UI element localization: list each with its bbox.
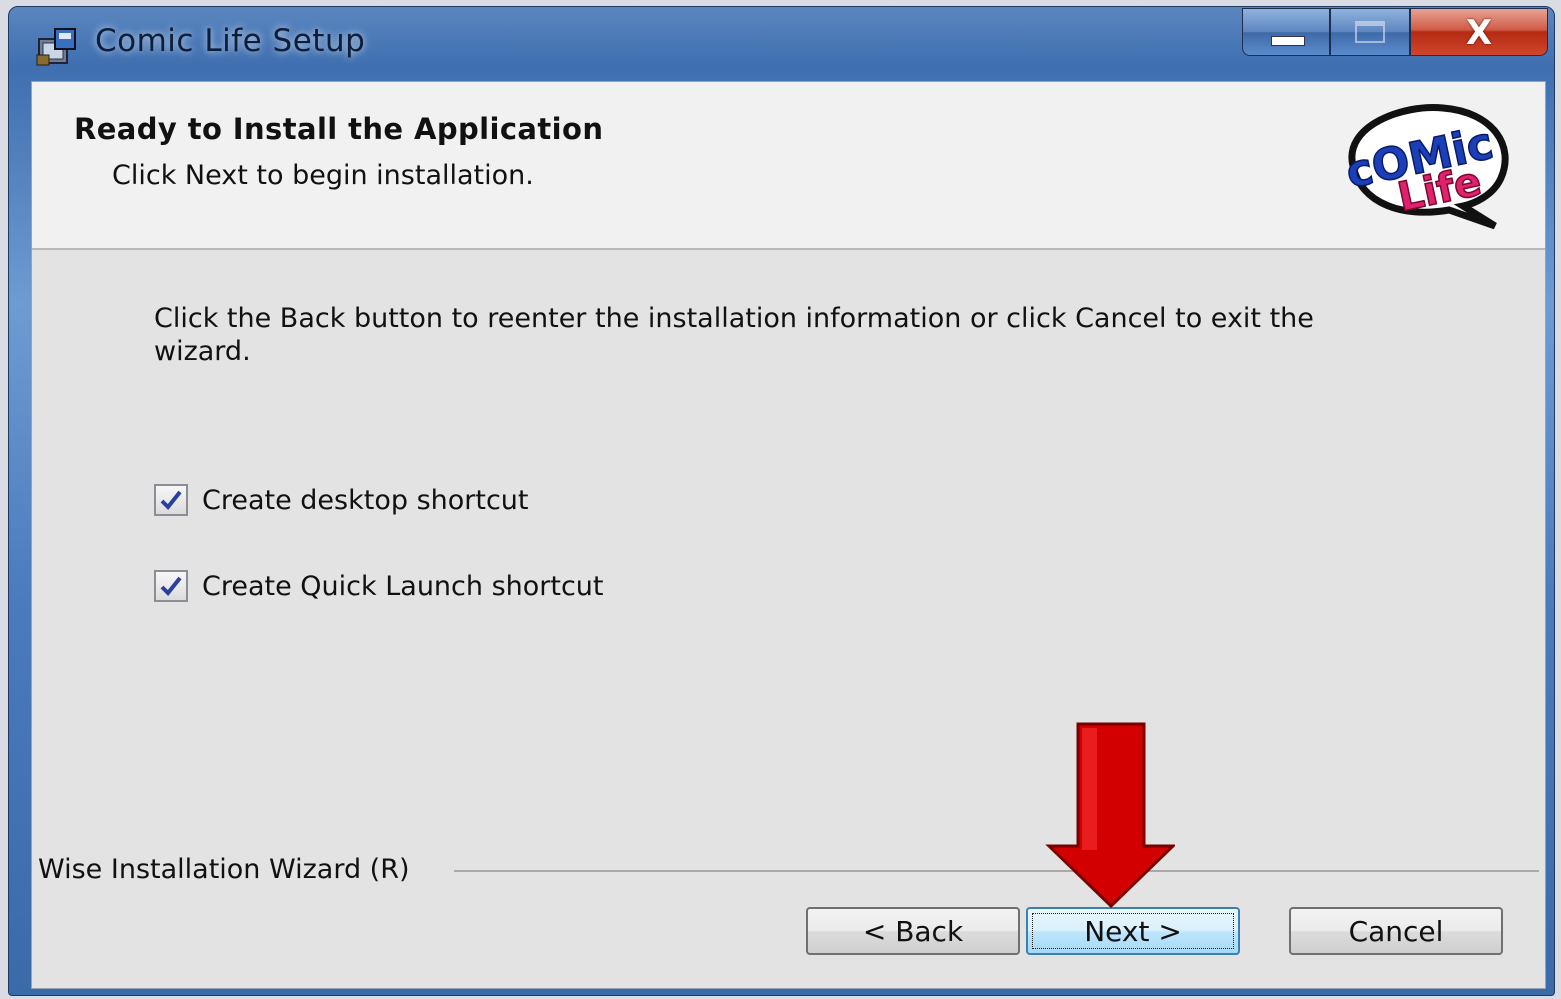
cancel-button[interactable]: Cancel [1289, 907, 1503, 955]
close-icon: X [1465, 13, 1493, 53]
back-button[interactable]: < Back [806, 907, 1020, 955]
desktop-shortcut-option[interactable]: Create desktop shortcut [154, 484, 529, 516]
quick-launch-shortcut-checkbox[interactable] [154, 570, 188, 602]
maximize-button[interactable] [1330, 8, 1410, 56]
installer-icon [36, 28, 76, 66]
minimize-icon [1271, 36, 1305, 46]
desktop-shortcut-checkbox[interactable] [154, 484, 188, 516]
wizard-header: Ready to Install the Application Click N… [32, 82, 1545, 250]
setup-window: Comic Life Setup X Ready to Install the … [8, 6, 1555, 996]
desktop-shortcut-label: Create desktop shortcut [202, 484, 529, 516]
window-title: Comic Life Setup [95, 23, 366, 59]
quick-launch-shortcut-option[interactable]: Create Quick Launch shortcut [154, 570, 604, 602]
title-bar[interactable]: Comic Life Setup X [9, 7, 1554, 81]
comic-life-logo: cOMic Life [1341, 104, 1509, 230]
footer-divider [454, 870, 1539, 872]
wizard-brand-label: Wise Installation Wizard (R) [38, 854, 428, 885]
back-button-label: < Back [862, 914, 964, 948]
red-down-arrow-icon [1045, 722, 1175, 909]
checkmark-icon [160, 576, 182, 596]
page-subtitle: Click Next to begin installation. [112, 160, 534, 191]
next-button[interactable]: Next > [1026, 907, 1240, 955]
checkmark-icon [160, 490, 182, 510]
instructions-text: Click the Back button to reenter the ins… [154, 303, 1314, 367]
cancel-button-label: Cancel [1348, 914, 1444, 948]
quick-launch-shortcut-label: Create Quick Launch shortcut [202, 570, 604, 602]
focus-ring [1032, 913, 1234, 949]
page-title: Ready to Install the Application [74, 112, 604, 146]
maximize-icon [1355, 21, 1385, 43]
minimize-button[interactable] [1242, 8, 1330, 56]
window-controls: X [1242, 8, 1548, 58]
close-button[interactable]: X [1410, 8, 1548, 56]
wizard-client-area: Ready to Install the Application Click N… [31, 81, 1546, 989]
